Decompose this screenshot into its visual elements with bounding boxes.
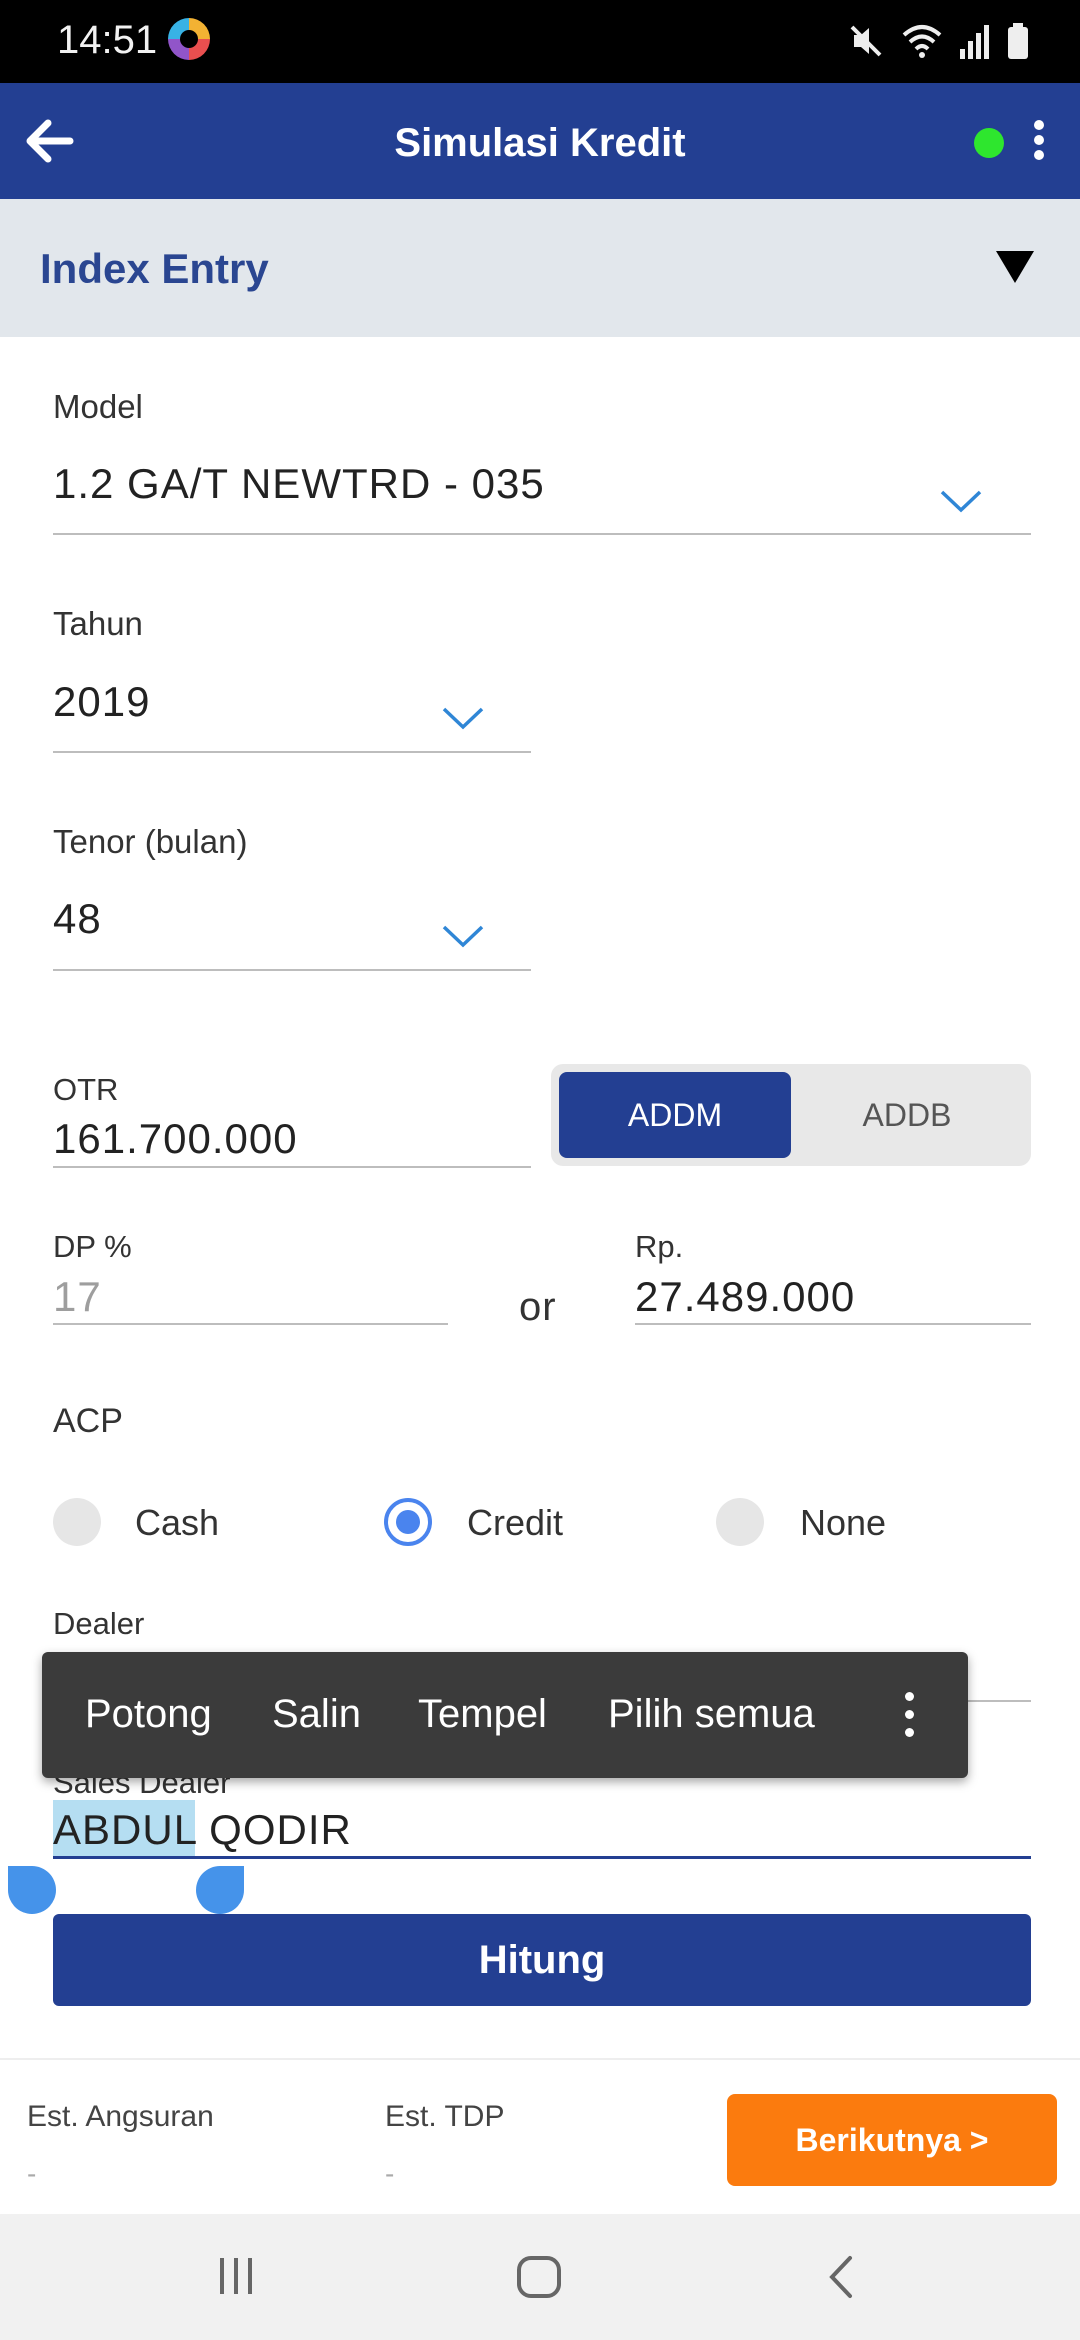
hitung-button[interactable]: Hitung xyxy=(53,1914,1031,2006)
tahun-label: Tahun xyxy=(53,605,143,642)
battery-icon xyxy=(1008,23,1028,59)
app-bar: Simulasi Kredit xyxy=(0,83,1080,199)
rp-label: Rp. xyxy=(635,1229,684,1264)
status-time: 14:51 xyxy=(57,18,158,62)
model-label: Model xyxy=(53,388,143,425)
online-status-indicator xyxy=(974,128,1004,158)
mute-icon xyxy=(850,25,882,57)
dp-percent-label: DP % xyxy=(53,1229,132,1264)
tahun-underline xyxy=(53,751,531,753)
status-bar: 14:51 xyxy=(0,0,1080,83)
addb-option[interactable]: ADDB xyxy=(791,1072,1023,1158)
back-nav-icon[interactable] xyxy=(822,2254,862,2300)
radio-cash-label[interactable]: Cash xyxy=(135,1502,219,1544)
model-value[interactable]: 1.2 GA/T NEWTRD - 035 xyxy=(53,460,545,508)
est-angsuran-value: - xyxy=(27,2158,37,2189)
wifi-icon xyxy=(902,25,942,58)
status-icons xyxy=(846,18,1030,64)
recent-apps-icon[interactable] xyxy=(214,2254,258,2298)
index-entry-section-header[interactable]: Index Entry xyxy=(0,199,1080,337)
selection-end-handle[interactable] xyxy=(196,1866,244,1914)
model-chevron-down-icon[interactable] xyxy=(939,488,983,514)
sales-dealer-input[interactable]: ABDUL QODIR xyxy=(53,1806,352,1854)
sales-dealer-underline xyxy=(53,1856,1031,1859)
bottom-summary-bar: Est. Angsuran - Est. TDP - Berikutnya > xyxy=(0,2058,1080,2214)
selection-start-handle[interactable] xyxy=(8,1866,56,1914)
more-options-icon[interactable] xyxy=(1024,117,1054,167)
tahun-value[interactable]: 2019 xyxy=(53,678,150,726)
selected-text: ABDUL xyxy=(53,1806,197,1853)
unselected-text: QODIR xyxy=(196,1806,352,1853)
addm-option[interactable]: ADDM xyxy=(559,1072,791,1158)
radio-credit-label[interactable]: Credit xyxy=(467,1502,563,1544)
dealer-label: Dealer xyxy=(53,1606,145,1641)
otr-label: OTR xyxy=(53,1072,119,1107)
menu-overflow-icon[interactable] xyxy=(902,1692,916,1742)
tenor-value[interactable]: 48 xyxy=(53,895,102,943)
est-tdp-value: - xyxy=(385,2158,395,2189)
est-angsuran-label: Est. Angsuran xyxy=(27,2100,214,2133)
menu-item-pilih-semua[interactable]: Pilih semua xyxy=(608,1692,815,1737)
tahun-chevron-down-icon[interactable] xyxy=(441,705,485,731)
otr-input[interactable]: 161.700.000 xyxy=(53,1115,298,1163)
addm-addb-toggle: ADDM ADDB xyxy=(551,1064,1031,1166)
radio-none-label[interactable]: None xyxy=(800,1502,886,1544)
tenor-label: Tenor (bulan) xyxy=(53,823,248,860)
acp-label: ACP xyxy=(53,1402,123,1440)
tenor-underline xyxy=(53,969,531,971)
rp-input[interactable]: 27.489.000 xyxy=(635,1273,855,1321)
signal-icon xyxy=(960,25,989,59)
home-icon[interactable] xyxy=(514,2254,564,2300)
otr-underline xyxy=(53,1166,531,1168)
dp-percent-input[interactable]: 17 xyxy=(53,1273,102,1321)
text-context-menu: Potong Salin Tempel Pilih semua xyxy=(42,1652,968,1778)
radio-credit[interactable] xyxy=(384,1498,432,1546)
radio-none[interactable] xyxy=(716,1498,764,1546)
berikutnya-button[interactable]: Berikutnya > xyxy=(727,2094,1057,2186)
app-notification-icon xyxy=(168,18,210,60)
menu-item-salin[interactable]: Salin xyxy=(272,1692,361,1737)
tenor-chevron-down-icon[interactable] xyxy=(441,923,485,949)
dp-percent-underline xyxy=(53,1323,448,1325)
system-nav-bar xyxy=(0,2214,1080,2340)
radio-cash[interactable] xyxy=(53,1498,101,1546)
page-title: Simulasi Kredit xyxy=(394,121,686,165)
section-title: Index Entry xyxy=(40,245,269,292)
collapse-triangle-icon[interactable] xyxy=(996,251,1034,283)
menu-item-tempel[interactable]: Tempel xyxy=(418,1692,547,1737)
model-underline xyxy=(53,533,1031,535)
est-tdp-label: Est. TDP xyxy=(385,2100,505,2133)
or-text: or xyxy=(519,1285,557,1329)
rp-underline xyxy=(635,1323,1031,1325)
menu-item-potong[interactable]: Potong xyxy=(85,1692,212,1737)
